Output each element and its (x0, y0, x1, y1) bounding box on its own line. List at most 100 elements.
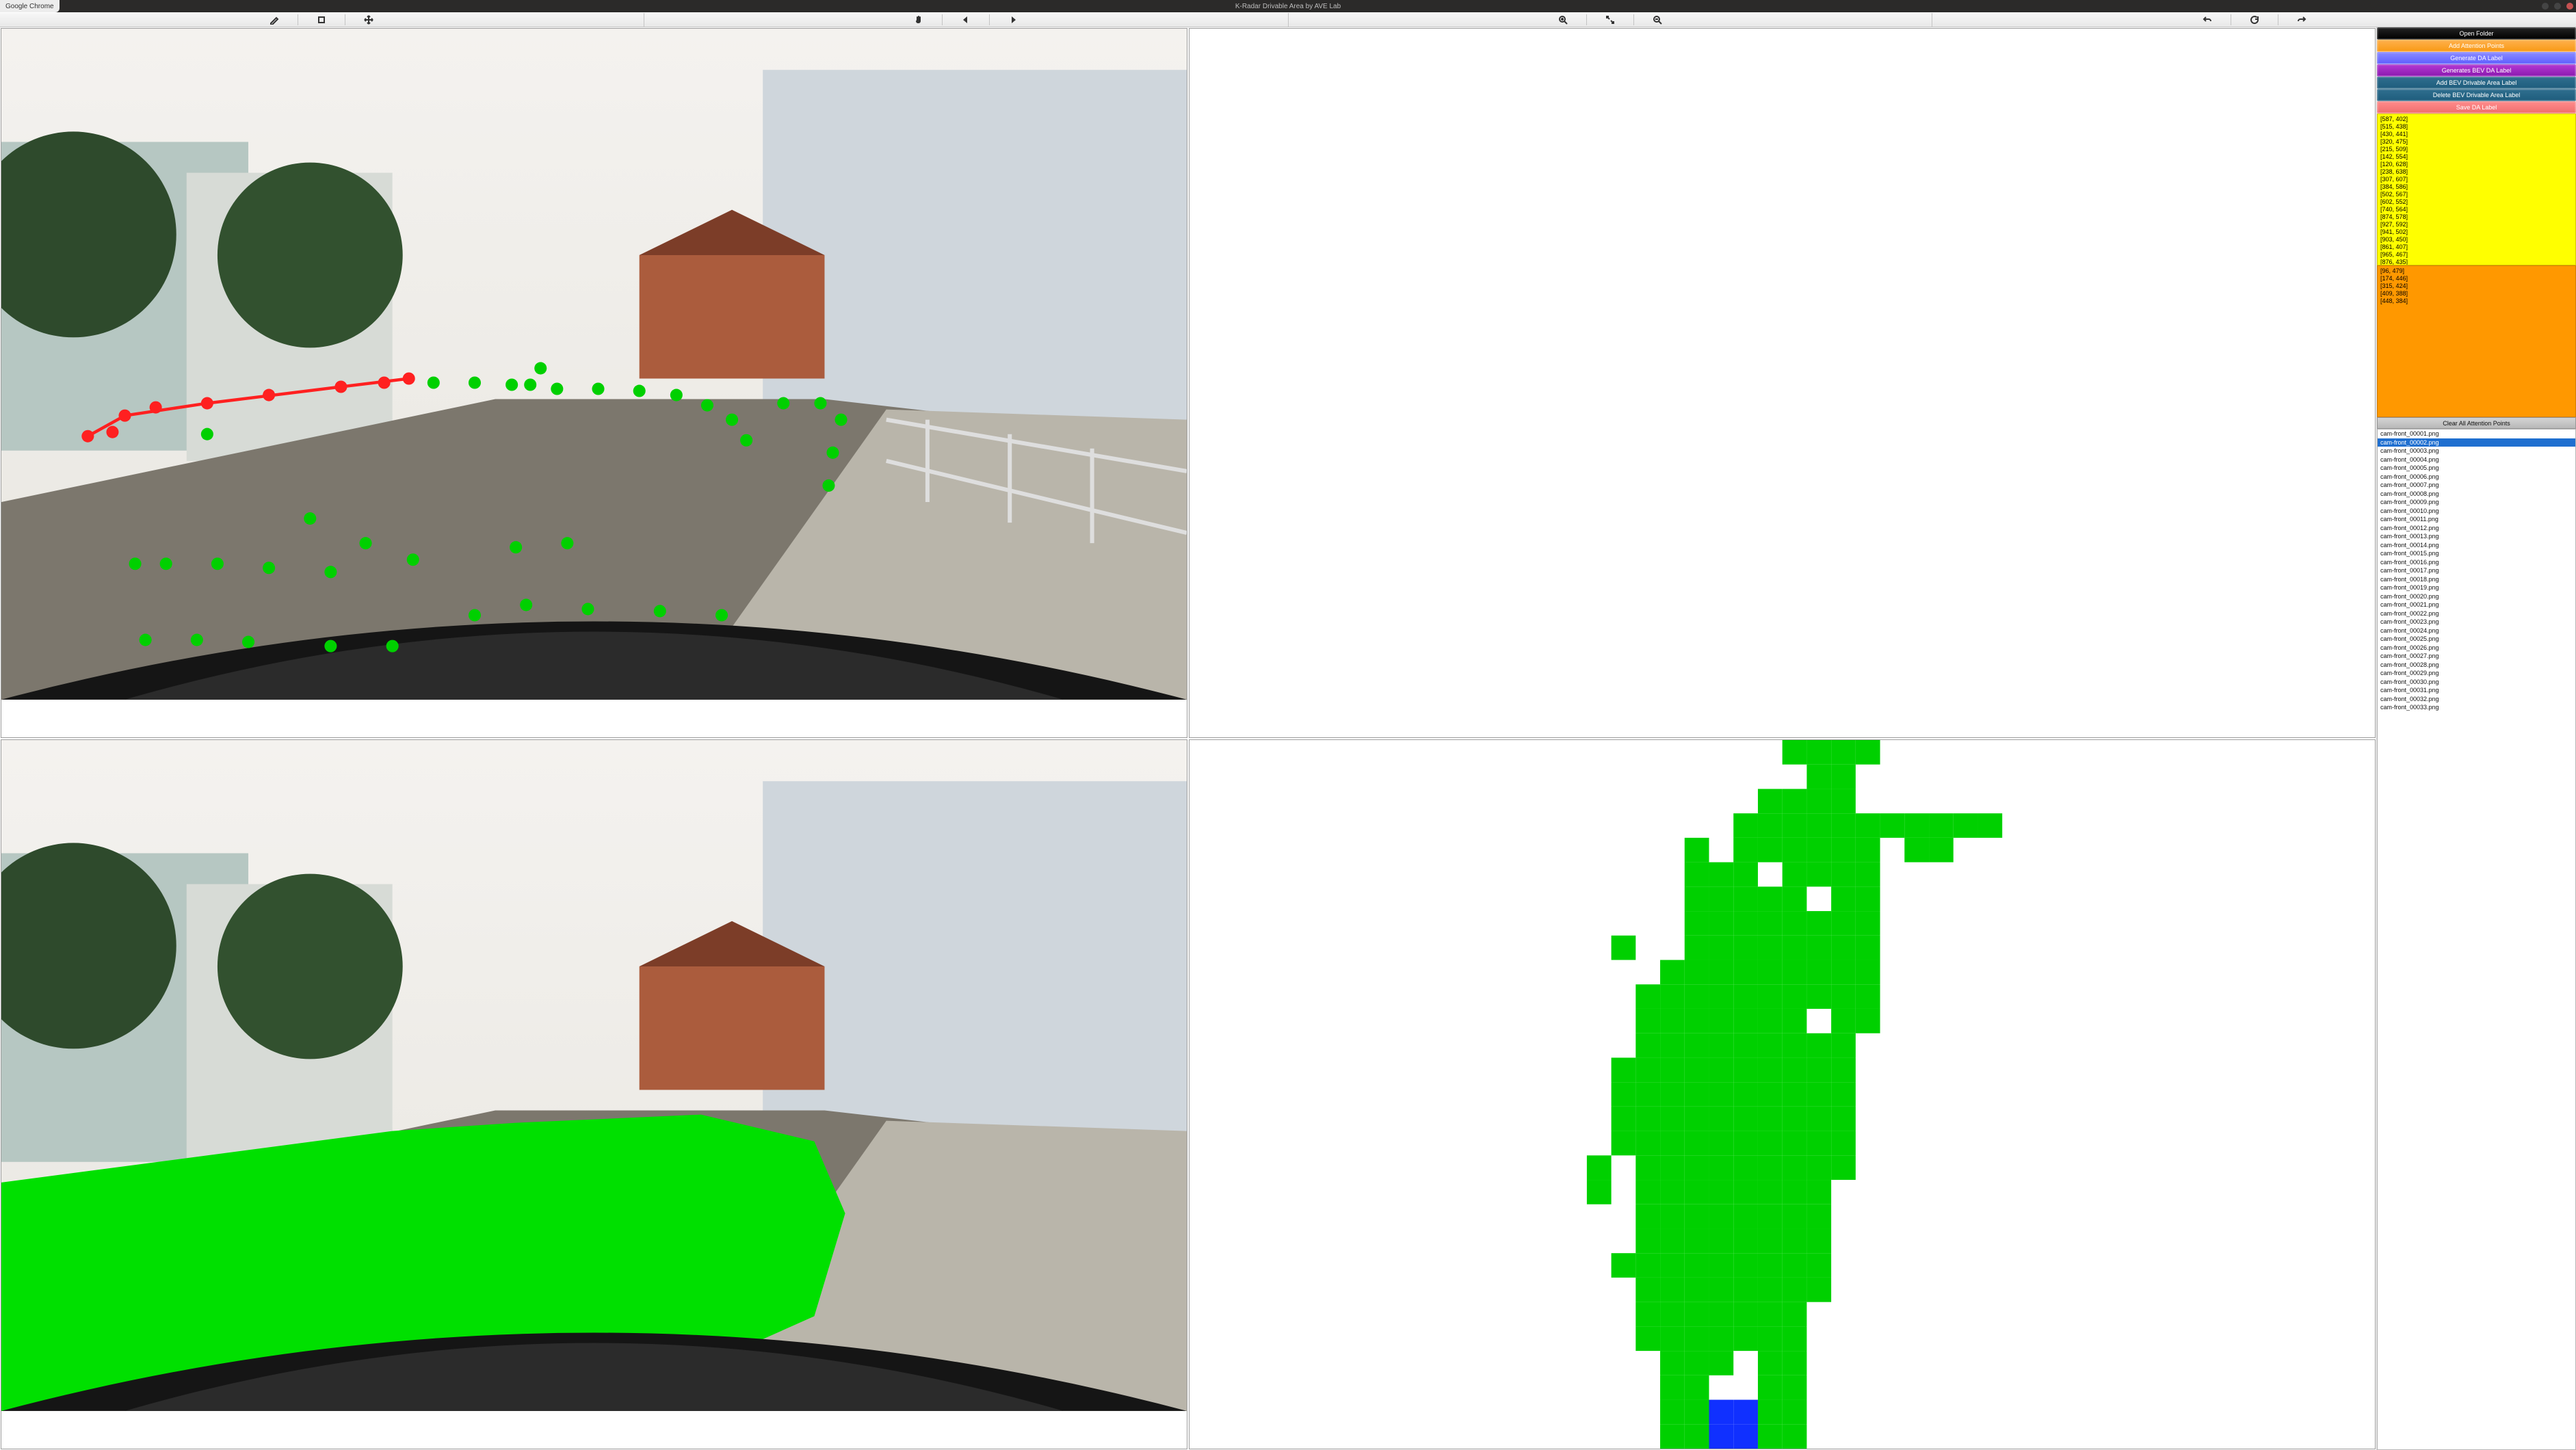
file-item[interactable]: cam-front_00024.png (2378, 627, 2575, 635)
coord-line: [215, 509] (2380, 146, 2573, 153)
coord-line: [142, 554] (2380, 153, 2573, 161)
panel-blank[interactable] (1189, 28, 2376, 738)
undo-button[interactable] (2194, 14, 2221, 26)
coord-list-primary[interactable]: [587, 402][515, 438][430, 441][320, 475]… (2377, 114, 2576, 265)
undo-icon (2203, 15, 2212, 25)
coord-line: [315, 424] (2380, 282, 2573, 290)
clear-attention-points-button[interactable]: Clear All Attention Points (2377, 417, 2576, 429)
window-maximize-button[interactable] (2554, 3, 2561, 10)
sidebar: Open FolderAdd Attention PointsGenerate … (2376, 27, 2576, 1450)
panel-camera-mask[interactable] (1, 739, 1187, 1449)
arrow-left-icon (961, 15, 971, 25)
file-item[interactable]: cam-front_00032.png (2378, 695, 2575, 704)
arrow-left-button[interactable] (952, 14, 980, 26)
window-title: K-Radar Drivable Area by AVE Lab (1235, 3, 1341, 10)
coord-line: [965, 467] (2380, 251, 2573, 259)
pencil-button[interactable] (261, 14, 288, 26)
file-item[interactable]: cam-front_00003.png (2378, 447, 2575, 456)
file-item[interactable]: cam-front_00015.png (2378, 549, 2575, 558)
coord-line: [874, 578] (2380, 213, 2573, 221)
window-minimize-button[interactable] (2542, 3, 2549, 10)
zoom-in-button[interactable] (1549, 14, 1577, 26)
file-item[interactable]: cam-front_00030.png (2378, 678, 2575, 687)
mask-image (1, 740, 1187, 1411)
pencil-icon (270, 15, 279, 25)
file-item[interactable]: cam-front_00031.png (2378, 686, 2575, 695)
refresh-icon (2250, 15, 2259, 25)
coord-line: [903, 450] (2380, 236, 2573, 243)
file-list[interactable]: cam-front_00001.pngcam-front_00002.pngca… (2377, 429, 2576, 1450)
coord-list-secondary[interactable]: [96, 479][174, 446][315, 424][409, 388][… (2377, 265, 2576, 417)
file-item[interactable]: cam-front_00033.png (2378, 703, 2575, 712)
file-item[interactable]: cam-front_00010.png (2378, 507, 2575, 516)
file-item[interactable]: cam-front_00011.png (2378, 515, 2575, 524)
file-item[interactable]: cam-front_00019.png (2378, 583, 2575, 592)
coord-line: [320, 475] (2380, 138, 2573, 146)
open-folder-button[interactable]: Open Folder (2377, 27, 2576, 40)
coord-line: [587, 402] (2380, 116, 2573, 123)
square-button[interactable] (308, 14, 335, 26)
coord-line: [602, 552] (2380, 198, 2573, 206)
generate-da-label-button[interactable]: Generate DA Label (2377, 52, 2576, 64)
zoom-in-icon (1558, 15, 1568, 25)
coord-line: [430, 441] (2380, 131, 2573, 138)
arrow-right-icon (1008, 15, 1018, 25)
generate-bev-da-label-button[interactable]: Generates BEV DA Label (2377, 64, 2576, 77)
file-item[interactable]: cam-front_00027.png (2378, 652, 2575, 661)
coord-line: [174, 446] (2380, 275, 2573, 282)
add-bev-da-label-button[interactable]: Add BEV Drivable Area Label (2377, 77, 2576, 89)
file-item[interactable]: cam-front_00008.png (2378, 490, 2575, 499)
file-item[interactable]: cam-front_00006.png (2378, 473, 2575, 482)
expand-button[interactable] (1596, 14, 1624, 26)
file-item[interactable]: cam-front_00018.png (2378, 575, 2575, 584)
window-buttons (2542, 0, 2573, 12)
os-titlebar: Google Chrome K-Radar Drivable Area by A… (0, 0, 2576, 12)
file-item[interactable]: cam-front_00009.png (2378, 498, 2575, 507)
window-close-button[interactable] (2566, 3, 2573, 10)
file-item[interactable]: cam-front_00025.png (2378, 635, 2575, 644)
delete-bev-da-label-button[interactable]: Delete BEV Drivable Area Label (2377, 89, 2576, 101)
file-item[interactable]: cam-front_00013.png (2378, 532, 2575, 541)
refresh-button[interactable] (2241, 14, 2268, 26)
file-item[interactable]: cam-front_00022.png (2378, 609, 2575, 618)
arrow-right-button[interactable] (999, 14, 1027, 26)
file-item[interactable]: cam-front_00029.png (2378, 669, 2575, 678)
expand-icon (1605, 15, 1615, 25)
file-item[interactable]: cam-front_00021.png (2378, 601, 2575, 609)
bev-grid (1489, 740, 2075, 1449)
add-attention-points-button[interactable]: Add Attention Points (2377, 40, 2576, 52)
file-item[interactable]: cam-front_00002.png (2378, 438, 2575, 447)
move-icon (364, 15, 373, 25)
coord-line: [120, 628] (2380, 161, 2573, 168)
redo-button[interactable] (2288, 14, 2315, 26)
toolbar-separator (942, 14, 943, 25)
canvas-grid (0, 27, 2376, 1450)
file-item[interactable]: cam-front_00026.png (2378, 644, 2575, 652)
file-item[interactable]: cam-front_00020.png (2378, 592, 2575, 601)
file-item[interactable]: cam-front_00016.png (2378, 558, 2575, 567)
coord-line: [941, 502] (2380, 228, 2573, 236)
coord-line: [384, 586] (2380, 183, 2573, 191)
panel-camera-annotated[interactable] (1, 28, 1187, 738)
hand-button[interactable] (905, 14, 932, 26)
move-button[interactable] (355, 14, 382, 26)
file-item[interactable]: cam-front_00023.png (2378, 618, 2575, 627)
file-item[interactable]: cam-front_00028.png (2378, 661, 2575, 670)
file-item[interactable]: cam-front_00001.png (2378, 430, 2575, 438)
panel-bev-grid[interactable] (1189, 739, 2376, 1449)
file-item[interactable]: cam-front_00014.png (2378, 541, 2575, 550)
hand-icon (914, 15, 923, 25)
file-item[interactable]: cam-front_00017.png (2378, 566, 2575, 575)
coord-line: [861, 407] (2380, 243, 2573, 251)
file-item[interactable]: cam-front_00012.png (2378, 524, 2575, 533)
coord-line: [238, 638] (2380, 168, 2573, 176)
save-da-label-button[interactable]: Save DA Label (2377, 101, 2576, 114)
coord-line: [96, 479] (2380, 267, 2573, 275)
zoom-out-button[interactable] (1644, 14, 1671, 26)
file-item[interactable]: cam-front_00005.png (2378, 464, 2575, 473)
coord-line: [409, 388] (2380, 290, 2573, 298)
coord-line: [448, 384] (2380, 298, 2573, 305)
toolbar-separator (1586, 14, 1587, 25)
file-item[interactable]: cam-front_00004.png (2378, 456, 2575, 464)
file-item[interactable]: cam-front_00007.png (2378, 481, 2575, 490)
